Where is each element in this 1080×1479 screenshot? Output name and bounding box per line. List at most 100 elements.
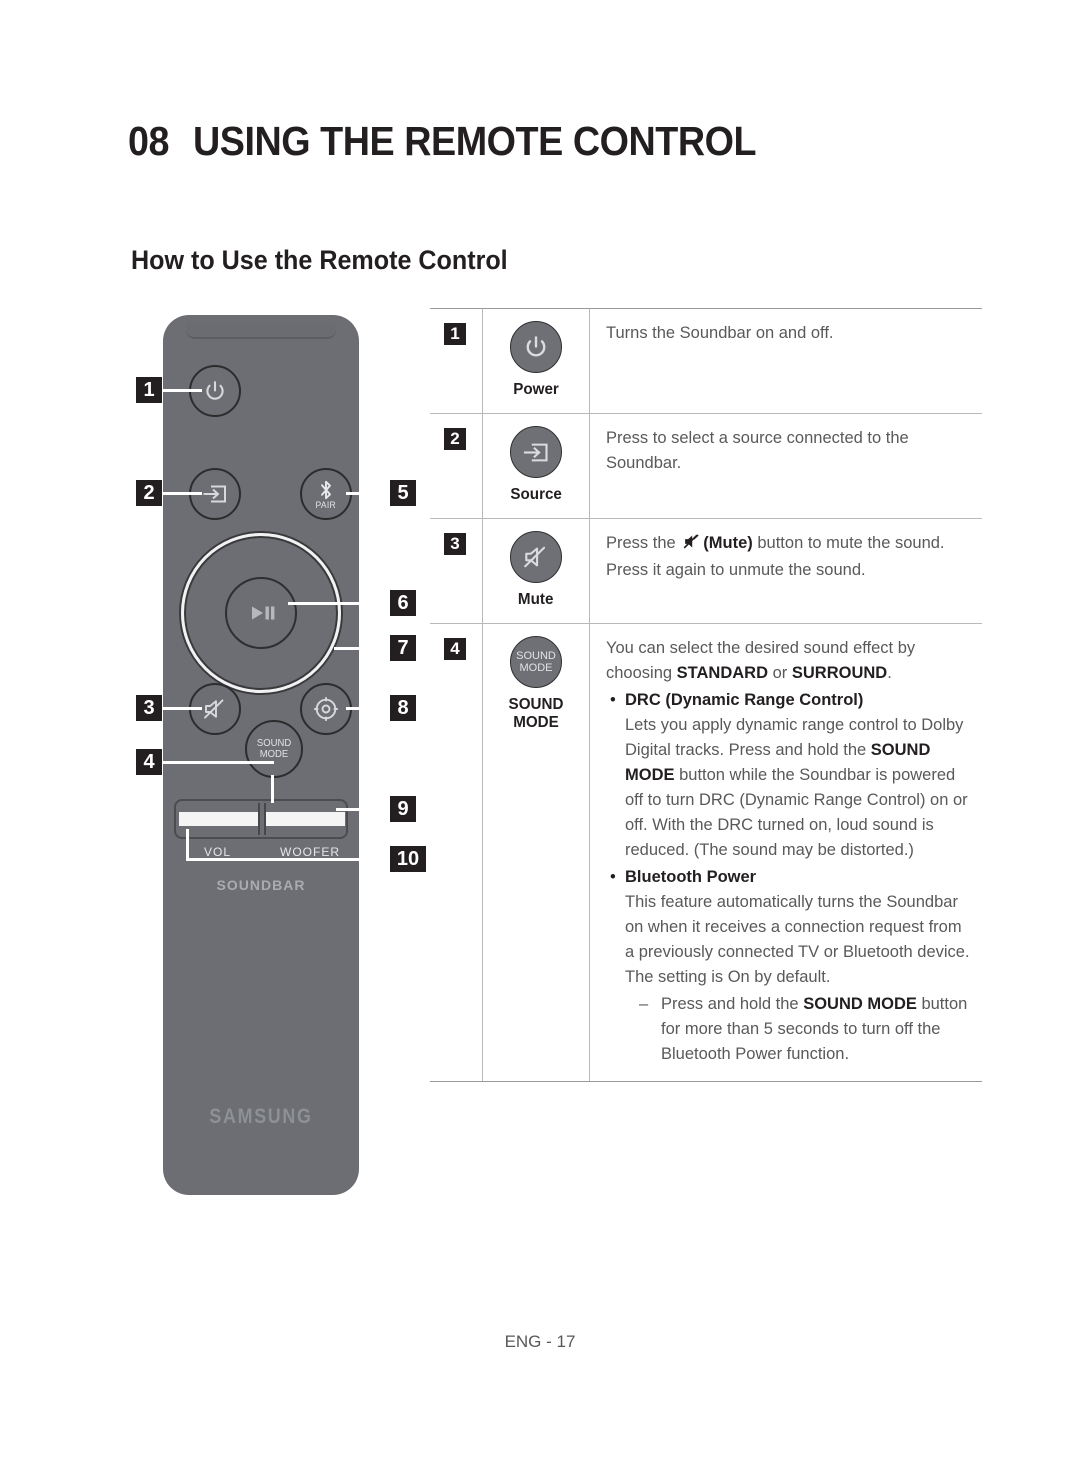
- vol-label: VOL: [204, 845, 232, 859]
- sound-mode-icon-line2: MODE: [519, 662, 553, 674]
- intro-end: .: [887, 664, 892, 682]
- remote-sound-mode-button[interactable]: SOUND MODE: [245, 720, 303, 778]
- source-input-icon: [523, 443, 548, 461]
- row-button-label: Power: [513, 381, 559, 398]
- soundbar-wordmark: SOUNDBAR: [216, 877, 306, 893]
- callout-badge-9: 9: [390, 796, 416, 822]
- row-button-cell: SOUND MODE SOUND MODE: [482, 624, 590, 1081]
- row-button-label: SOUND MODE: [508, 696, 564, 731]
- sound-mode-intro: You can select the desired sound effect …: [606, 636, 974, 686]
- intro-mid: or: [772, 664, 788, 682]
- row-number-cell: 1: [430, 309, 482, 413]
- row-number-badge: 3: [444, 533, 466, 555]
- page-footer: ENG - 17: [504, 1332, 576, 1351]
- play-pause-icon: [252, 606, 275, 620]
- remote-control-diagram: PAIR SOUND MODE VOL WOOFER SOUNDBAR SAMS…: [128, 305, 428, 1205]
- remote-buttons-table: 1 Power Turns the Soundbar on and off. 2: [430, 308, 982, 1082]
- gear-icon: [313, 696, 339, 722]
- leader-line-1: [162, 389, 202, 392]
- row-number-cell: 2: [430, 414, 482, 518]
- description-bold: (Mute): [703, 534, 753, 552]
- leader-line-7: [334, 647, 392, 650]
- row-description: You can select the desired sound effect …: [590, 624, 982, 1081]
- callout-badge-8: 8: [390, 695, 416, 721]
- row-description: Press to select a source connected to th…: [590, 414, 982, 518]
- sound-mode-label-line2: MODE: [259, 749, 289, 760]
- inline-mute-icon: [682, 533, 701, 558]
- table-power-button: [510, 321, 562, 373]
- bt-body-part1: This feature automatically turns the Sou…: [625, 893, 970, 986]
- leader-line-5: [346, 492, 392, 495]
- row-description: Turns the Soundbar on and off.: [590, 309, 982, 413]
- table-source-button: [510, 426, 562, 478]
- table-row: 3 Mute Press the (Mute) button to mute t…: [430, 519, 982, 624]
- page-title: 08 USING THE REMOTE CONTROL: [128, 118, 757, 165]
- bullet-head-drc: DRC (Dynamic Range Control): [625, 691, 864, 709]
- woofer-label: WOOFER: [280, 845, 340, 859]
- leader-line-4b: [162, 761, 274, 764]
- bt-sub-bold: SOUND MODE: [803, 995, 917, 1013]
- callout-badge-1: 1: [136, 377, 162, 403]
- description-text: Press to select a source connected to th…: [606, 429, 909, 472]
- table-row: 1 Power Turns the Soundbar on and off.: [430, 309, 982, 414]
- description-text-part1: Press the: [606, 534, 676, 552]
- bluetooth-icon: [321, 480, 331, 499]
- section-title: How to Use the Remote Control: [131, 245, 508, 275]
- table-row: 2 Source Press to select a source connec…: [430, 414, 982, 519]
- leader-line-2: [162, 492, 202, 495]
- sound-mode-icon-line1: SOUND: [516, 650, 556, 662]
- leader-line-9: [336, 808, 392, 811]
- leader-line-10a: [186, 829, 189, 861]
- callout-badge-6: 6: [390, 590, 416, 616]
- callout-badge-7: 7: [390, 635, 416, 661]
- row-number-cell: 3: [430, 519, 482, 623]
- bullet-head-bluetooth-power: Bluetooth Power: [625, 868, 757, 886]
- callout-badge-5: 5: [390, 480, 416, 506]
- rocker-divider: [258, 803, 266, 835]
- table-sound-mode-button: SOUND MODE: [510, 636, 562, 688]
- drc-body-part2: button while the Soundbar is powered off…: [625, 766, 968, 859]
- callout-badge-4: 4: [136, 749, 162, 775]
- pair-label: PAIR: [315, 499, 337, 510]
- bullet-item-bluetooth-power: Bluetooth Power This feature automatical…: [606, 865, 974, 1067]
- sub-item-bluetooth-power: Press and hold the SOUND MODE button for…: [625, 992, 974, 1067]
- row-number-badge: 4: [444, 638, 466, 660]
- row-number-badge: 1: [444, 323, 466, 345]
- source-input-icon: [203, 485, 226, 503]
- row-description: Press the (Mute) button to mute the soun…: [590, 519, 982, 623]
- mute-icon: [524, 546, 546, 568]
- remote-settings-button[interactable]: [300, 683, 352, 735]
- leader-line-4a: [271, 775, 274, 803]
- chapter-title: USING THE REMOTE CONTROL: [192, 118, 757, 164]
- leader-line-8: [346, 707, 392, 710]
- callout-badge-10: 10: [390, 846, 426, 872]
- row-number-cell: 4: [430, 624, 482, 1081]
- bullet-body-bluetooth-power: This feature automatically turns the Sou…: [625, 890, 974, 990]
- mute-icon: [204, 699, 224, 719]
- samsung-logo: SAMSUNG: [209, 1105, 313, 1128]
- ir-window-strip: [186, 323, 336, 339]
- row-button-cell: Mute: [482, 519, 590, 623]
- leader-line-6: [288, 602, 392, 605]
- intro-bold-standard: STANDARD: [676, 664, 769, 682]
- leader-line-3: [162, 707, 202, 710]
- table-mute-button: [510, 531, 562, 583]
- table-row: 4 SOUND MODE SOUND MODE You can select t…: [430, 624, 982, 1081]
- callout-badge-3: 3: [136, 695, 162, 721]
- intro-bold-surround: SURROUND: [791, 664, 888, 682]
- leader-line-10b: [186, 858, 392, 861]
- power-icon: [526, 336, 546, 357]
- row-button-cell: Power: [482, 309, 590, 413]
- sound-mode-bullet-list: DRC (Dynamic Range Control) Lets you app…: [606, 688, 974, 1067]
- row-button-cell: Source: [482, 414, 590, 518]
- row-button-label: Source: [510, 486, 562, 503]
- sound-mode-label-line1: SOUND: [256, 738, 292, 749]
- volume-woofer-rocker[interactable]: [174, 799, 348, 839]
- remote-play-pause-button[interactable]: [225, 577, 297, 649]
- bullet-item-drc: DRC (Dynamic Range Control) Lets you app…: [606, 688, 974, 863]
- power-icon: [206, 381, 224, 400]
- row-button-label: Mute: [518, 591, 554, 608]
- bt-sub-part1: Press and hold the: [661, 995, 799, 1013]
- bullet-body-drc: Lets you apply dynamic range control to …: [625, 713, 974, 863]
- remote-bluetooth-pair-button[interactable]: PAIR: [300, 468, 352, 520]
